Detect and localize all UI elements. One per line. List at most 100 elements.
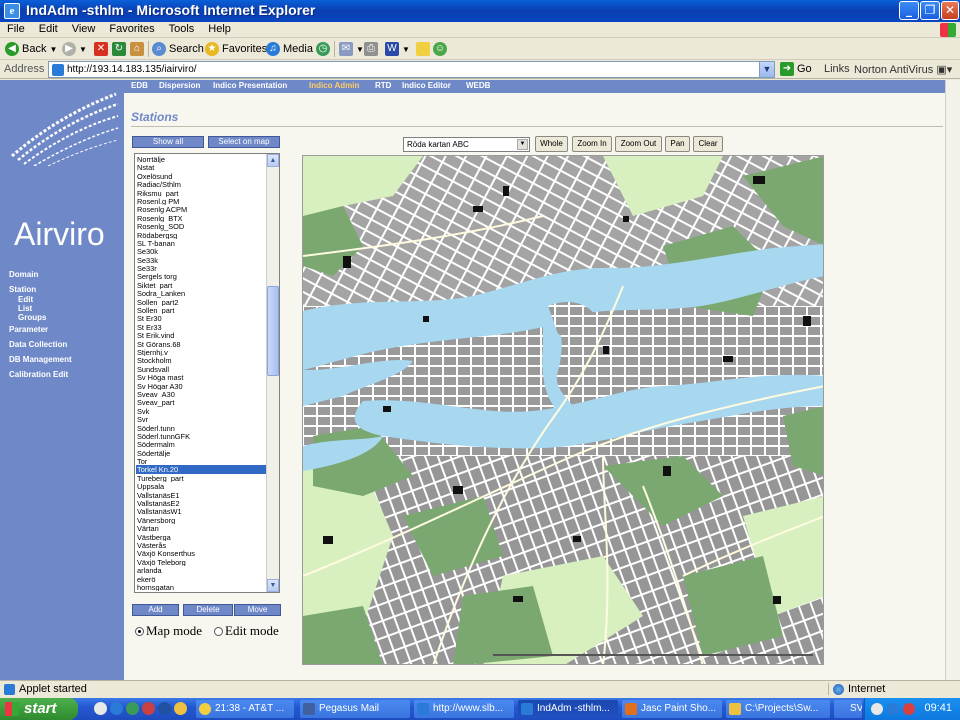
station-list-item[interactable]: Värtan (136, 524, 266, 532)
task-slb[interactable]: http://www.slb... (414, 700, 514, 718)
select-on-map-button[interactable]: Select on map (208, 136, 280, 148)
history-button[interactable]: ◷ (316, 40, 330, 58)
menu-tools[interactable]: Tools (162, 22, 202, 35)
station-list-scrollbar[interactable]: ▲ ▼ (266, 154, 279, 592)
norton-antivirus-button[interactable]: Norton AntiVirus ▣▾ (854, 63, 952, 76)
station-list-item[interactable]: Söderl.tunn (136, 424, 266, 432)
station-list[interactable]: Norrtälje Nstat Oxelösund Radiac/Sthlm Riksm… (134, 153, 280, 593)
station-list-item[interactable]: Växjö Konserthus (136, 549, 266, 557)
station-list-item[interactable]: Tureberg_part (136, 474, 266, 482)
station-list-item[interactable]: Norrtälje (136, 155, 266, 163)
station-list-item[interactable]: Växjö Teleborg (136, 558, 266, 566)
station-list-item[interactable]: Rosenlg_BTX (136, 214, 266, 222)
station-list-item[interactable]: Rosenlg_SOD (136, 222, 266, 230)
clear-button[interactable]: Clear (693, 136, 723, 152)
station-list-item[interactable]: Oxelösund (136, 172, 266, 180)
sidebar-item-calibration-edit[interactable]: Calibration Edit (9, 370, 68, 379)
station-list-item[interactable]: Vänersborg (136, 516, 266, 524)
links-button[interactable]: Links (824, 63, 850, 75)
station-list-item[interactable]: Se30k (136, 247, 266, 255)
task-projects-folder[interactable]: C:\Projects\Sw... (726, 700, 830, 718)
station-list-item[interactable]: Sveav_A30 (136, 390, 266, 398)
close-button[interactable]: ✕ (941, 1, 959, 20)
nav-indico-presentation[interactable]: Indico Presentation (213, 81, 287, 90)
task-sv[interactable]: SV (834, 700, 862, 718)
address-input[interactable]: http://193.14.183.135/iairviro/ ▼ (48, 61, 775, 78)
station-list-item[interactable]: VallstanäsE1 (136, 491, 266, 499)
show-all-button[interactable]: Show all (132, 136, 204, 148)
maximize-button[interactable]: ❐ (920, 1, 940, 20)
station-list-item[interactable]: Västerås (136, 541, 266, 549)
station-list-item[interactable]: St Er30 (136, 314, 266, 322)
station-list-item[interactable]: Sergels torg (136, 272, 266, 280)
move-button[interactable]: Move (234, 604, 281, 616)
menu-file[interactable]: File (0, 22, 32, 35)
city-map[interactable] (302, 155, 824, 665)
station-list-item[interactable]: Tor (136, 457, 266, 465)
task-indadm[interactable]: IndAdm -sthlm... (518, 700, 618, 718)
station-list-item[interactable]: Se33r (136, 264, 266, 272)
station-list-item[interactable]: SL T-banan (136, 239, 266, 247)
station-list-item[interactable]: Svk (136, 407, 266, 415)
refresh-button[interactable]: ↻ (112, 40, 126, 58)
station-list-item[interactable]: Västberga (136, 533, 266, 541)
menu-help[interactable]: Help (201, 22, 238, 35)
sidebar-item-data-collection[interactable]: Data Collection (9, 340, 67, 349)
pan-button[interactable]: Pan (665, 136, 690, 152)
network-icon[interactable] (871, 703, 883, 715)
station-list-item[interactable]: Sveav_part (136, 398, 266, 406)
edit-mode-radio[interactable]: Edit mode (214, 623, 279, 639)
stockholm-map[interactable] (303, 156, 824, 665)
sidebar-item-parameter[interactable]: Parameter (9, 325, 48, 334)
scroll-up-icon[interactable]: ▲ (267, 154, 279, 167)
sidebar-item-domain[interactable]: Domain (9, 270, 38, 279)
mail-button[interactable]: ✉ ▼ (339, 40, 364, 58)
station-list-item[interactable]: Se33k (136, 256, 266, 264)
back-button[interactable]: ◀ Back ▼ (5, 40, 57, 58)
task-att[interactable]: 21:38 - AT&T ... (196, 700, 294, 718)
station-list-item[interactable]: VallstanäsW1 (136, 507, 266, 515)
station-list-item[interactable]: Södermalm (136, 440, 266, 448)
station-list-item[interactable]: Torkel Kn.20 (136, 465, 266, 474)
nav-wedb[interactable]: WEDB (466, 81, 490, 90)
scroll-down-icon[interactable]: ▼ (267, 579, 279, 592)
scroll-thumb[interactable] (267, 286, 279, 376)
station-list-item[interactable]: Riksmu_part (136, 189, 266, 197)
zoom-in-button[interactable]: Zoom In (572, 136, 612, 152)
media-button[interactable]: ♫ Media (266, 40, 313, 58)
stop-button[interactable]: ✕ (94, 40, 108, 58)
station-list-item[interactable]: Sv Högar A30 (136, 382, 266, 390)
station-list-item[interactable]: ekerö (136, 575, 266, 583)
nav-indico-admin[interactable]: Indico Admin (309, 81, 359, 90)
media-quicklaunch-icon[interactable] (126, 702, 139, 715)
menu-view[interactable]: View (65, 22, 103, 35)
station-list-item[interactable]: Sv Höga mast (136, 373, 266, 381)
chevron-down-icon[interactable]: ▼ (517, 139, 528, 150)
station-list-item[interactable]: Radiac/Sthlm (136, 180, 266, 188)
sidebar-item-station[interactable]: Station (9, 285, 36, 294)
forward-button[interactable]: ▶ ▼ (62, 40, 87, 58)
favorites-button[interactable]: ★ Favorites (205, 40, 267, 58)
delete-button[interactable]: Delete (183, 604, 233, 616)
map-mode-radio[interactable]: Map mode (135, 623, 202, 639)
sidebar-item-edit[interactable]: Edit (18, 295, 33, 304)
ie-quicklaunch-icon[interactable] (110, 702, 123, 715)
add-button[interactable]: Add (132, 604, 179, 616)
station-list-item[interactable]: VallstanäsE2 (136, 499, 266, 507)
menu-edit[interactable]: Edit (32, 22, 65, 35)
search-button[interactable]: ⌕ Search (152, 40, 204, 58)
desktop-quicklaunch-icon[interactable] (94, 702, 107, 715)
page-scrollbar[interactable] (945, 80, 960, 680)
sidebar-item-db-management[interactable]: DB Management (9, 355, 72, 364)
station-list-item[interactable]: Siktet_part (136, 281, 266, 289)
station-list-item[interactable]: Svr (136, 415, 266, 423)
nav-edb[interactable]: EDB (131, 81, 148, 90)
station-list-item[interactable]: St Er33 (136, 323, 266, 331)
volume-icon[interactable] (887, 703, 899, 715)
station-list-item[interactable]: arlanda (136, 566, 266, 574)
word-quicklaunch-icon[interactable] (158, 702, 171, 715)
nav-dispersion[interactable]: Dispersion (159, 81, 200, 90)
station-list-item[interactable]: Sundsvall (136, 365, 266, 373)
folder-quicklaunch-icon[interactable] (174, 702, 187, 715)
station-list-item[interactable]: hornsgatan (136, 583, 266, 591)
